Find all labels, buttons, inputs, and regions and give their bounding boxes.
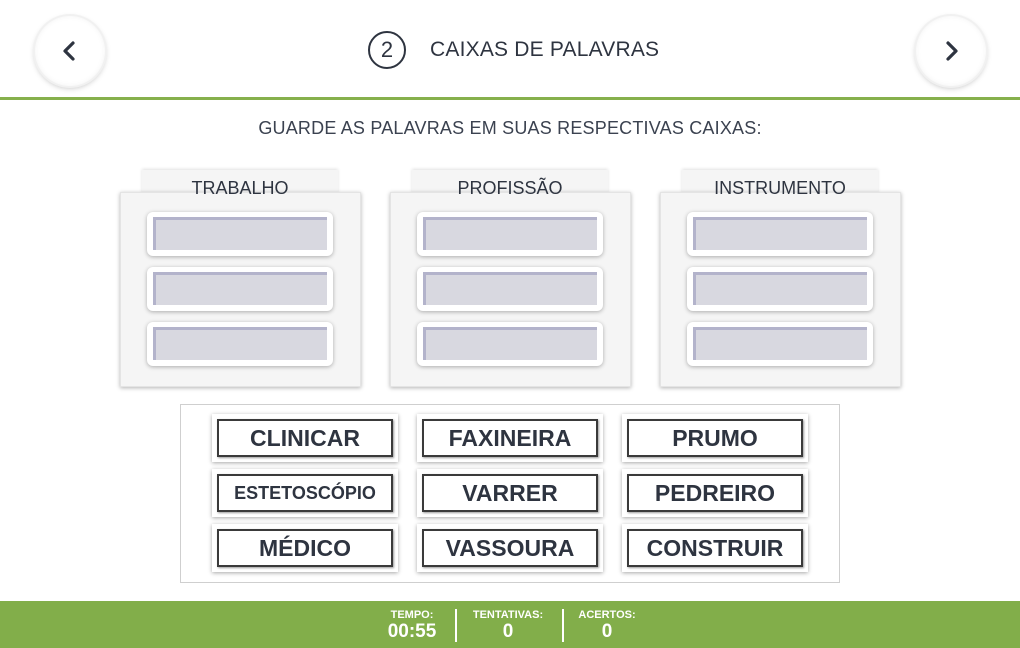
drop-slot[interactable]: [147, 212, 333, 256]
word-label: VARRER: [422, 474, 598, 512]
word-label: VASSOURA: [422, 529, 598, 567]
stat-divider: [455, 609, 457, 642]
word-label: FAXINEIRA: [422, 419, 598, 457]
hits-value: 0: [601, 621, 613, 642]
time-stat: TEMPO: 00:55: [382, 609, 442, 642]
status-bar: TEMPO: 00:55 TENTATIVAS: 0 ACERTOS: 0: [0, 601, 1020, 648]
word-card[interactable]: PEDREIRO: [622, 469, 808, 517]
box-label: TRABALHO: [191, 178, 289, 198]
box-label: PROFISSÃO: [457, 178, 563, 198]
drop-slot[interactable]: [147, 267, 333, 311]
category-box-trabalho: TRABALHO: [120, 170, 361, 387]
word-label: CONSTRUIR: [627, 529, 803, 567]
drop-slot[interactable]: [687, 267, 873, 311]
header-bar: 2 CAIXAS DE PALAVRAS: [0, 0, 1020, 100]
word-label: PRUMO: [627, 419, 803, 457]
word-card[interactable]: ESTETOSCÓPIO: [212, 469, 398, 517]
category-box-profissao: PROFISSÃO: [390, 170, 631, 387]
drop-slot[interactable]: [417, 322, 603, 366]
category-box-instrumento: INSTRUMENTO: [660, 170, 901, 387]
hits-stat: ACERTOS: 0: [574, 609, 640, 642]
drop-slot[interactable]: [687, 212, 873, 256]
word-label: MÉDICO: [217, 529, 393, 567]
drop-slot[interactable]: [417, 267, 603, 311]
word-bank: CLINICAR FAXINEIRA PRUMO ESTETOSCÓPIO VA…: [180, 404, 840, 583]
drop-slot[interactable]: [147, 322, 333, 366]
drop-slot[interactable]: [417, 212, 603, 256]
next-button[interactable]: [916, 16, 986, 86]
stat-divider: [562, 609, 564, 642]
page-title: 2 CAIXAS DE PALAVRAS: [368, 31, 659, 69]
chevron-left-icon: [63, 41, 75, 61]
word-label: CLINICAR: [217, 419, 393, 457]
box-label: INSTRUMENTO: [714, 178, 846, 198]
word-card[interactable]: PRUMO: [622, 414, 808, 462]
word-label: ESTETOSCÓPIO: [217, 474, 393, 512]
previous-button[interactable]: [35, 16, 105, 86]
word-label: PEDREIRO: [627, 474, 803, 512]
instruction-text: GUARDE AS PALAVRAS EM SUAS RESPECTIVAS C…: [258, 118, 762, 138]
word-card[interactable]: CONSTRUIR: [622, 524, 808, 572]
word-card[interactable]: MÉDICO: [212, 524, 398, 572]
word-card[interactable]: CLINICAR: [212, 414, 398, 462]
word-card[interactable]: VARRER: [417, 469, 603, 517]
chevron-right-icon: [946, 41, 958, 61]
word-card[interactable]: VASSOURA: [417, 524, 603, 572]
attempts-value: 0: [502, 621, 514, 642]
step-number-badge: 2: [368, 31, 406, 69]
attempts-stat: TENTATIVAS: 0: [468, 609, 548, 642]
time-value: 00:55: [387, 621, 437, 642]
activity-title: CAIXAS DE PALAVRAS: [430, 38, 660, 61]
word-card[interactable]: FAXINEIRA: [417, 414, 603, 462]
drop-slot[interactable]: [687, 322, 873, 366]
